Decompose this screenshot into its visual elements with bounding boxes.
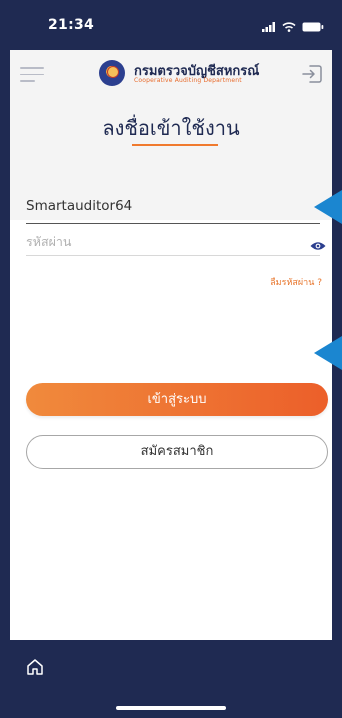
signal-icon bbox=[262, 17, 276, 36]
phone-screen: 21:34 กรมตรวจบัญชีสหกรณ์ Cooperative Aud… bbox=[0, 0, 342, 718]
home-icon[interactable] bbox=[26, 658, 44, 676]
username-field[interactable]: Smartauditor64 bbox=[26, 198, 320, 224]
app-header: กรมตรวจบัญชีสหกรณ์ Cooperative Auditing … bbox=[10, 50, 332, 220]
title-underline bbox=[132, 144, 218, 146]
password-field[interactable]: รหัสผ่าน bbox=[26, 230, 320, 256]
battery-icon bbox=[302, 17, 324, 36]
wifi-icon bbox=[282, 17, 296, 36]
status-bar: 21:34 bbox=[0, 0, 342, 50]
app-screen: กรมตรวจบัญชีสหกรณ์ Cooperative Auditing … bbox=[10, 50, 332, 640]
hamburger-menu-icon[interactable] bbox=[20, 67, 44, 83]
page-title: ลงชื่อเข้าใช้งาน bbox=[102, 116, 240, 140]
frame-left bbox=[0, 50, 10, 640]
status-time: 21:34 bbox=[48, 17, 95, 33]
forgot-password-link[interactable]: ลืมรหัสผ่าน ? bbox=[270, 275, 322, 289]
annotation-arrow-login bbox=[314, 336, 342, 370]
logout-icon[interactable] bbox=[302, 65, 322, 83]
login-button[interactable]: เข้าสู่ระบบ bbox=[26, 383, 328, 416]
home-indicator[interactable] bbox=[116, 706, 226, 710]
bottom-nav-bar bbox=[0, 640, 342, 718]
status-icons bbox=[262, 17, 324, 36]
org-logo bbox=[99, 60, 125, 86]
org-subtitle: Cooperative Auditing Department bbox=[134, 77, 242, 84]
eye-icon[interactable] bbox=[310, 236, 326, 250]
annotation-arrow-username bbox=[314, 190, 342, 224]
register-button[interactable]: สมัครสมาชิก bbox=[26, 435, 328, 469]
